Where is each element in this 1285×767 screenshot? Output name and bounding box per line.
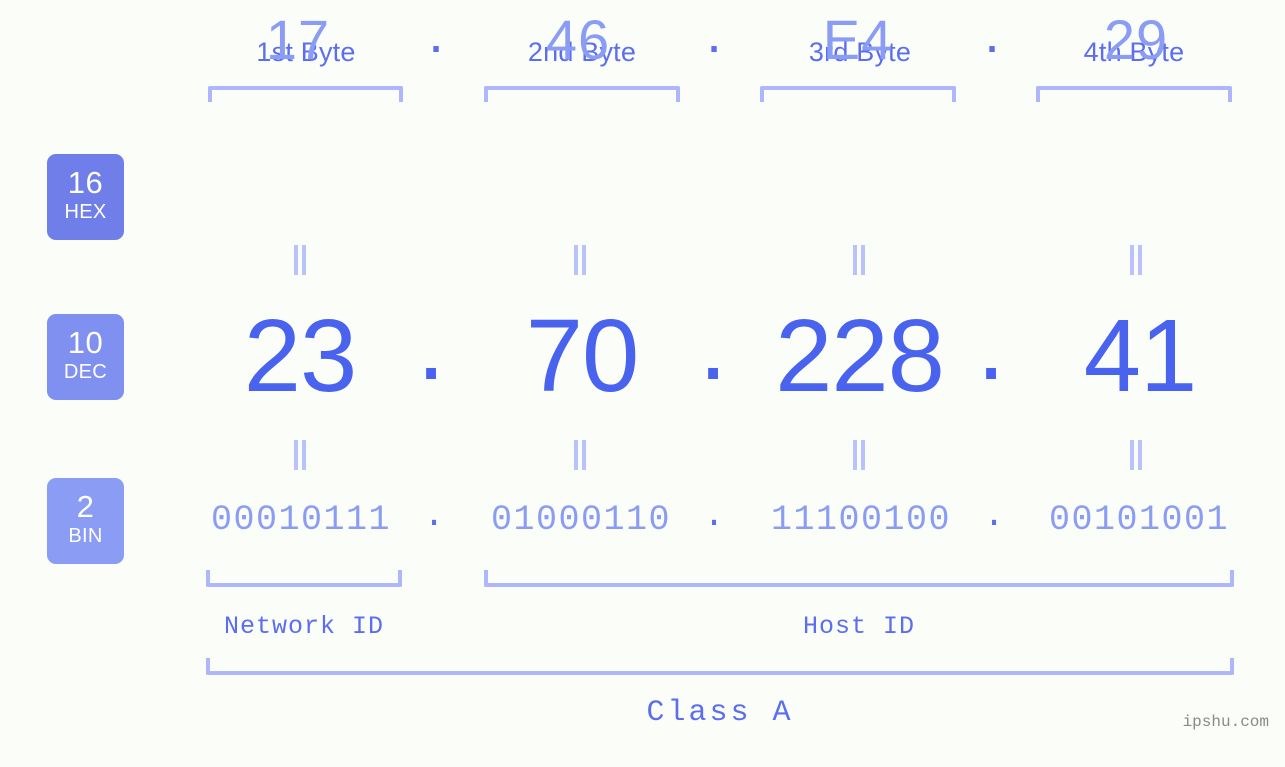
site-watermark: ipshu.com — [1182, 713, 1269, 731]
hex-separator-2: . — [706, 1, 722, 64]
hex-badge: 16 HEX — [47, 154, 124, 240]
bin-byte-2: 01000110 — [490, 500, 672, 540]
dec-separator-2: . — [698, 286, 728, 401]
equals-marker-hex-dec-4 — [1128, 245, 1144, 275]
bin-separator-1: . — [423, 496, 445, 536]
bin-badge-label: BIN — [68, 525, 103, 547]
bin-separator-2: . — [703, 496, 725, 536]
bin-badge: 2 BIN — [47, 478, 124, 564]
dec-byte-4: 41 — [1083, 298, 1198, 413]
network-id-bracket — [206, 570, 402, 587]
byte-bracket-1 — [208, 86, 403, 102]
byte-bracket-3 — [760, 86, 956, 102]
byte-bracket-4 — [1036, 86, 1232, 102]
network-id-label: Network ID — [223, 612, 385, 641]
hex-separator-1: . — [428, 1, 444, 64]
bin-byte-3: 11100100 — [770, 500, 952, 540]
dec-badge: 10 DEC — [47, 314, 124, 400]
dec-badge-number: 10 — [67, 325, 104, 360]
dec-byte-2: 70 — [525, 298, 640, 413]
host-id-label: Host ID — [802, 612, 916, 641]
hex-badge-number: 16 — [67, 165, 104, 200]
byte-bracket-2 — [484, 86, 680, 102]
hex-badge-label: HEX — [64, 201, 107, 223]
dec-separator-1: . — [416, 286, 446, 401]
bin-separator-3: . — [983, 496, 1005, 536]
bin-byte-4: 00101001 — [1048, 500, 1230, 540]
equals-marker-hex-dec-3 — [851, 245, 867, 275]
hex-byte-4: 29 — [1103, 8, 1169, 71]
equals-marker-dec-bin-1 — [292, 440, 308, 470]
dec-badge-label: DEC — [63, 361, 108, 383]
bin-byte-1: 00010111 — [210, 500, 392, 540]
equals-marker-dec-bin-2 — [572, 440, 588, 470]
dec-byte-1: 23 — [243, 298, 358, 413]
equals-marker-hex-dec-2 — [572, 245, 588, 275]
class-label: Class A — [646, 696, 794, 730]
equals-marker-hex-dec-1 — [292, 245, 308, 275]
dec-byte-3: 228 — [775, 298, 945, 413]
class-bracket — [206, 658, 1234, 675]
equals-marker-dec-bin-4 — [1128, 440, 1144, 470]
hex-separator-3: . — [984, 1, 1000, 64]
equals-marker-dec-bin-3 — [851, 440, 867, 470]
bin-badge-number: 2 — [76, 489, 95, 524]
dec-separator-3: . — [976, 286, 1006, 401]
ip-breakdown-diagram: 1st Byte 2nd Byte 3rd Byte 4th Byte 16 H… — [0, 0, 1285, 767]
hex-byte-2: 46 — [545, 8, 611, 71]
host-id-bracket — [484, 570, 1234, 587]
hex-byte-3: E4 — [822, 8, 894, 71]
hex-byte-1: 17 — [265, 8, 331, 71]
